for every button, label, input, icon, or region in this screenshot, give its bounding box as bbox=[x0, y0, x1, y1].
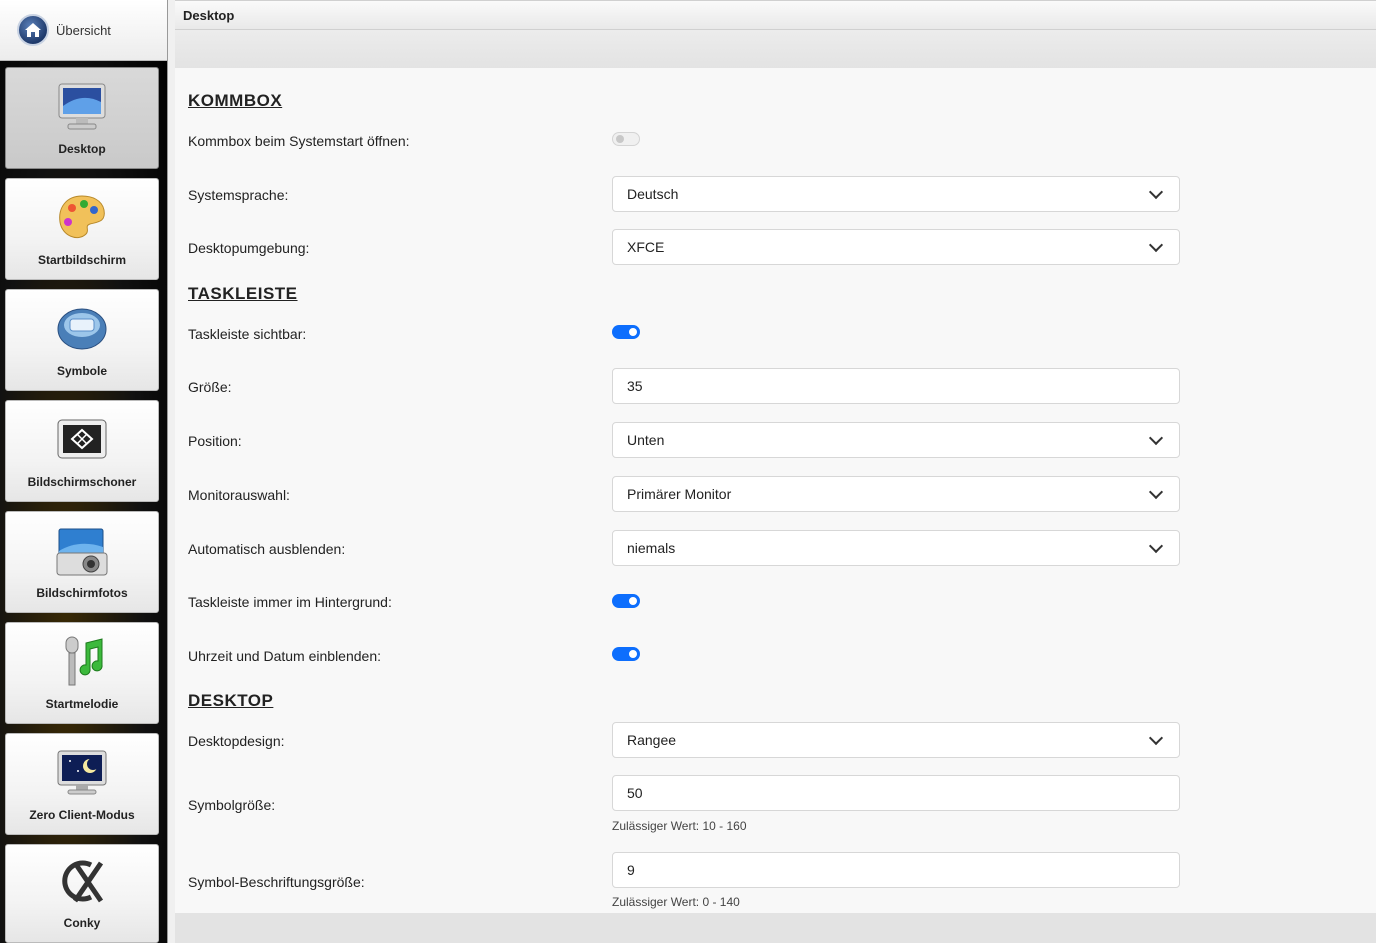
sidebar-item-zero-client-modus[interactable]: Zero Client-Modus bbox=[5, 733, 159, 835]
chevron-down-icon bbox=[1148, 484, 1164, 499]
microphone-music-icon bbox=[55, 635, 109, 689]
kommbox-open-label: Kommbox beim Systemstart öffnen: bbox=[188, 133, 410, 149]
taskbar-size-label: Größe: bbox=[188, 379, 232, 395]
palette-icon bbox=[55, 191, 109, 245]
taskbar-visible-label: Taskleiste sichtbar: bbox=[188, 326, 307, 342]
chevron-down-icon bbox=[1148, 730, 1164, 745]
home-label: Übersicht bbox=[56, 22, 111, 38]
taskbar-position-value: Unten bbox=[627, 432, 665, 448]
kommbox-open-toggle[interactable] bbox=[612, 132, 640, 146]
icon-size-value: 50 bbox=[627, 785, 643, 801]
language-label: Systemsprache: bbox=[188, 187, 289, 203]
home-icon[interactable] bbox=[17, 14, 49, 46]
sidebar-item-label: Symbole bbox=[56, 364, 107, 378]
section-title-taskleiste: TASKLEISTE bbox=[188, 284, 298, 303]
sidebar-item-label: Bildschirmschoner bbox=[27, 475, 137, 489]
label-size-input[interactable]: 9 bbox=[612, 852, 1180, 888]
chevron-down-icon bbox=[1148, 184, 1164, 199]
desktop-env-select[interactable]: XFCE bbox=[612, 229, 1180, 265]
sidebar-item-conky[interactable]: Conky bbox=[5, 844, 159, 943]
sidebar-item-label: Zero Client-Modus bbox=[29, 808, 135, 822]
desktop-design-select[interactable]: Rangee bbox=[612, 722, 1180, 758]
sidebar-item-startmelodie[interactable]: Startmelodie bbox=[5, 622, 159, 724]
page-title: Desktop bbox=[175, 0, 1376, 30]
chevron-down-icon bbox=[1148, 237, 1164, 252]
sidebar-item-label: Conky bbox=[63, 916, 101, 930]
autohide-value: niemals bbox=[627, 540, 676, 556]
taskbar-size-value: 35 bbox=[627, 378, 643, 394]
label-size-hint: Zulässiger Wert: 0 - 140 bbox=[612, 895, 740, 909]
main-panel: Desktop KOMMBOX Kommbox beim Systemstart… bbox=[175, 0, 1376, 943]
chevron-down-icon bbox=[1148, 538, 1164, 553]
desktop-design-label: Desktopdesign: bbox=[188, 733, 285, 749]
section-title-desktop: DESKTOP bbox=[188, 691, 274, 710]
sidebar-item-symbole[interactable]: Symbole bbox=[5, 289, 159, 391]
autohide-label: Automatisch ausblenden: bbox=[188, 541, 346, 557]
sidebar-item-desktop[interactable]: Desktop bbox=[5, 67, 159, 169]
monitor-select[interactable]: Primärer Monitor bbox=[612, 476, 1180, 512]
language-value: Deutsch bbox=[627, 186, 679, 202]
settings-content[interactable]: KOMMBOX Kommbox beim Systemstart öffnen:… bbox=[175, 68, 1376, 913]
sidebar-item-bildschirmschoner[interactable]: Bildschirmschoner bbox=[5, 400, 159, 502]
taskbar-position-label: Position: bbox=[188, 433, 242, 449]
clock-toggle[interactable] bbox=[612, 647, 640, 661]
desktop-env-label: Desktopumgebung: bbox=[188, 240, 310, 256]
screensaver-icon bbox=[55, 413, 109, 467]
section-title-kommbox: KOMMBOX bbox=[188, 91, 283, 110]
taskbar-background-toggle[interactable] bbox=[612, 594, 640, 608]
camera-icon bbox=[55, 524, 109, 578]
sidebar-item-label: Bildschirmfotos bbox=[36, 586, 128, 600]
taskbar-visible-toggle[interactable] bbox=[612, 325, 640, 339]
sidebar-item-label: Startmelodie bbox=[45, 697, 119, 711]
icon-size-label: Symbolgröße: bbox=[188, 797, 276, 813]
sidebar-item-bildschirmfotos[interactable]: Bildschirmfotos bbox=[5, 511, 159, 613]
label-size-value: 9 bbox=[627, 862, 635, 878]
footer-bar bbox=[175, 913, 1376, 943]
home-bar[interactable]: Übersicht bbox=[0, 0, 167, 61]
conky-icon bbox=[55, 854, 109, 908]
icon-size-input[interactable]: 50 bbox=[612, 775, 1180, 811]
icons-icon bbox=[55, 302, 109, 356]
autohide-select[interactable]: niemals bbox=[612, 530, 1180, 566]
monitor-value: Primärer Monitor bbox=[627, 486, 732, 502]
taskbar-position-select[interactable]: Unten bbox=[612, 422, 1180, 458]
toolbar-strip bbox=[175, 30, 1376, 68]
moon-monitor-icon bbox=[55, 746, 109, 800]
taskbar-background-label: Taskleiste immer im Hintergrund: bbox=[188, 594, 392, 610]
desktop-env-value: XFCE bbox=[627, 239, 665, 255]
chevron-down-icon bbox=[1148, 430, 1164, 445]
taskbar-size-input[interactable]: 35 bbox=[612, 368, 1180, 404]
desktop-design-value: Rangee bbox=[627, 732, 677, 748]
sidebar: Übersicht Desktop Startbildschirm Symbol… bbox=[0, 0, 168, 943]
label-size-label: Symbol-Beschriftungsgröße: bbox=[188, 874, 365, 890]
monitor-icon bbox=[55, 80, 109, 134]
clock-label: Uhrzeit und Datum einblenden: bbox=[188, 648, 382, 664]
sidebar-item-label: Desktop bbox=[58, 142, 106, 156]
monitor-label: Monitorauswahl: bbox=[188, 487, 290, 503]
icon-size-hint: Zulässiger Wert: 10 - 160 bbox=[612, 819, 747, 833]
sidebar-item-startbildschirm[interactable]: Startbildschirm bbox=[5, 178, 159, 280]
language-select[interactable]: Deutsch bbox=[612, 176, 1180, 212]
sidebar-item-label: Startbildschirm bbox=[37, 253, 127, 267]
